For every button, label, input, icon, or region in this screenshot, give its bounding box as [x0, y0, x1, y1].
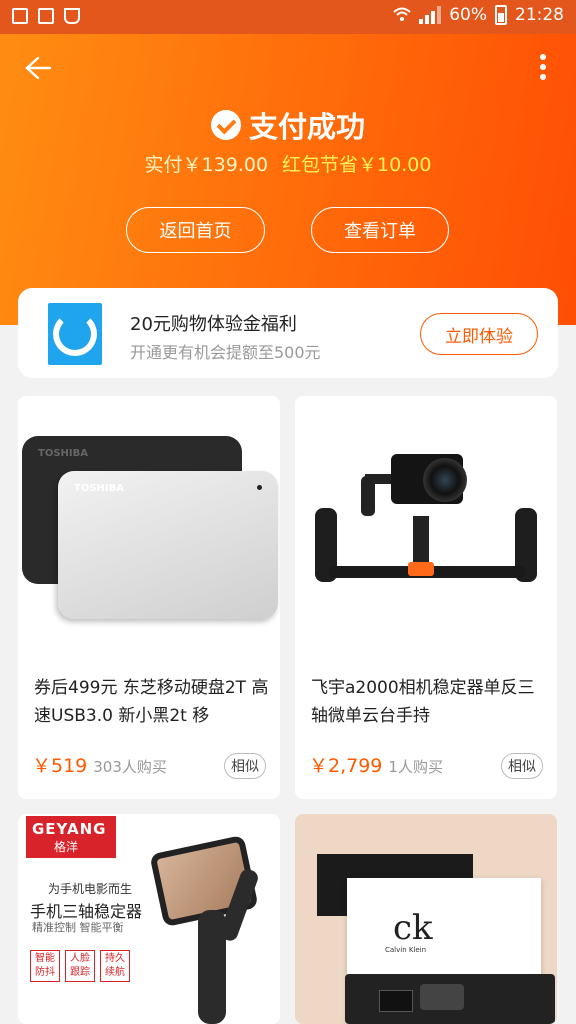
similar-button[interactable]: 相似	[501, 753, 543, 779]
ad-tagline: 为手机电影而生	[48, 882, 133, 896]
product-card[interactable]: 飞宇a2000相机稳定器单反三轴微单云台手持 ￥2,799 1人购买 相似	[295, 396, 557, 799]
more-menu-icon[interactable]	[540, 54, 548, 82]
feature-badge: 人脸跟踪	[65, 950, 95, 982]
price-row: ￥2,799 1人购买	[309, 751, 443, 778]
buyer-count: 303人购买	[93, 758, 167, 776]
view-order-button[interactable]: 查看订单	[311, 207, 449, 253]
feature-badge: 智能防抖	[30, 950, 60, 982]
product-image-stabilizer	[295, 396, 557, 658]
page-title: 支付成功	[248, 110, 365, 144]
ck-subtitle: Calvin Klein	[385, 946, 427, 954]
signal-icon	[419, 6, 442, 24]
alipay-huabei-icon	[48, 303, 102, 365]
paid-amount: 实付￥139.00	[144, 154, 269, 176]
wifi-icon	[393, 7, 411, 21]
buyer-count: 1人购买	[388, 758, 443, 776]
product-title: 券后499元 东芝移动硬盘2T 高速USB3.0 新小黑2t 移	[34, 678, 269, 726]
saved-amount: 红包节省￥10.00	[282, 154, 432, 176]
status-bar: 60% 21:28	[0, 0, 576, 34]
product-image-hard-drive: TOSHIBA TOSHIBA	[18, 396, 280, 658]
promo-title: 20元购物体验金福利	[130, 314, 297, 335]
payment-summary: 实付￥139.00 红包节省￥10.00	[0, 150, 576, 177]
product-title: 飞宇a2000相机稳定器单反三轴微单云台手持	[311, 678, 535, 726]
product-price: ￥2,799	[309, 755, 383, 777]
clock: 21:28	[515, 5, 564, 25]
promo-card[interactable]: 20元购物体验金福利 开通更有机会提额至500元 立即体验	[18, 288, 558, 378]
ad-features: 精准控制 智能平衡	[32, 921, 124, 934]
product-card[interactable]: GEYANG 格洋 为手机电影而生 手机三轴稳定器 精准控制 智能平衡 智能防抖…	[18, 814, 280, 1024]
ck-logo: ck	[393, 908, 433, 948]
image-icon	[12, 8, 28, 24]
promo-subtitle: 开通更有机会提额至500元	[130, 343, 321, 362]
system-icons: 60% 21:28	[393, 5, 564, 25]
battery-icon	[495, 5, 507, 25]
price-row: ￥519 303人购买	[32, 751, 167, 778]
try-now-button[interactable]: 立即体验	[420, 313, 538, 355]
back-arrow-icon[interactable]	[24, 56, 52, 80]
success-title-row: 支付成功	[0, 104, 576, 146]
notification-icons	[12, 8, 80, 24]
battery-percent: 60%	[449, 5, 487, 25]
product-card[interactable]: ck Calvin Klein	[295, 814, 557, 1024]
gimbal-image	[198, 910, 226, 1024]
product-card[interactable]: TOSHIBA TOSHIBA 券后499元 东芝移动硬盘2T 高速USB3.0…	[18, 396, 280, 799]
check-circle-icon	[210, 110, 241, 140]
similar-button[interactable]: 相似	[224, 753, 266, 779]
geyang-logo: GEYANG 格洋	[26, 816, 116, 858]
product-price: ￥519	[32, 755, 88, 777]
ad-badges: 智能防抖 人脸跟踪 持久续航	[30, 950, 130, 982]
payment-success-header	[0, 34, 576, 325]
back-to-home-button[interactable]: 返回首页	[126, 207, 265, 253]
broom-icon	[64, 8, 80, 24]
mail-icon	[38, 8, 54, 24]
feature-badge: 持久续航	[100, 950, 130, 982]
